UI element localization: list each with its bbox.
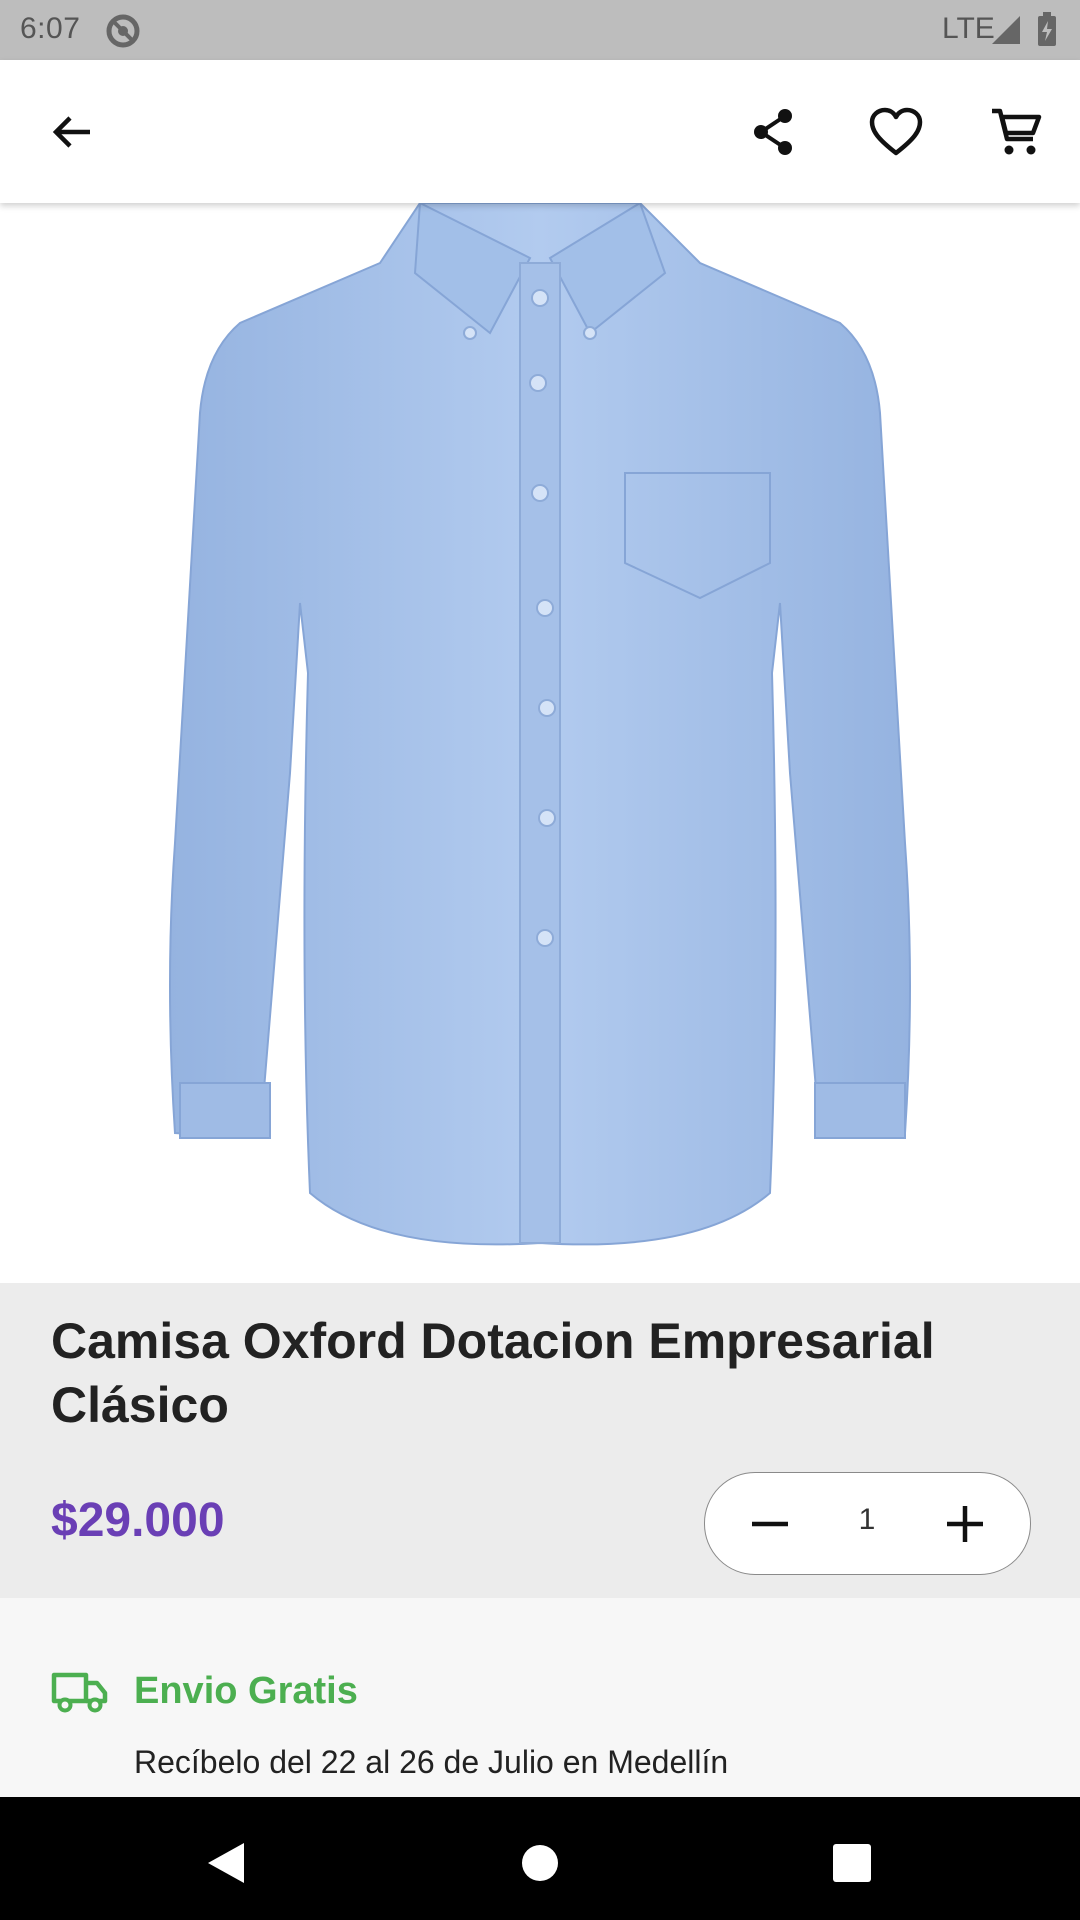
minus-icon xyxy=(752,1521,788,1526)
shirt-illustration xyxy=(169,203,911,1246)
signal-icon xyxy=(990,14,1022,51)
quantity-stepper: 1 xyxy=(704,1472,1031,1575)
share-button[interactable] xyxy=(737,96,809,168)
nav-recents-button[interactable] xyxy=(822,1833,882,1893)
decrease-quantity-button[interactable] xyxy=(720,1473,820,1574)
cart-button[interactable] xyxy=(980,96,1052,168)
product-image[interactable] xyxy=(0,203,1080,1283)
shipping-title: Envio Gratis xyxy=(134,1670,358,1712)
increase-quantity-button[interactable] xyxy=(915,1473,1015,1574)
product-info: Camisa Oxford Dotacion Empresarial Clási… xyxy=(0,1283,1080,1598)
network-type: LTE xyxy=(942,12,995,45)
nav-home-button[interactable] xyxy=(510,1833,570,1893)
square-recents-icon xyxy=(833,1844,871,1882)
arrow-back-icon xyxy=(52,116,90,148)
circle-home-icon xyxy=(522,1845,558,1881)
product-title: Camisa Oxford Dotacion Empresarial Clási… xyxy=(51,1313,935,1433)
product-price: $29.000 xyxy=(51,1494,225,1547)
heart-outline-icon xyxy=(869,107,923,156)
nav-back-button[interactable] xyxy=(196,1833,256,1893)
status-bar: 6:07 LTE xyxy=(0,0,1080,60)
delivery-estimate: Recíbelo del 22 al 26 de Julio en Medell… xyxy=(134,1744,729,1780)
triangle-back-icon xyxy=(208,1843,244,1883)
truck-icon xyxy=(51,1670,109,1719)
share-icon xyxy=(754,109,792,155)
battery-icon xyxy=(1036,12,1058,53)
status-time: 6:07 xyxy=(20,12,81,45)
app-bar xyxy=(0,60,1080,203)
cart-icon xyxy=(992,108,1042,155)
shipping-section: Envio Gratis Recíbelo del 22 al 26 de Ju… xyxy=(0,1598,1080,1798)
quantity-value: 1 xyxy=(858,1503,876,1536)
navigation-bar xyxy=(0,1797,1080,1920)
back-button[interactable] xyxy=(36,96,108,168)
data-saver-icon xyxy=(104,12,142,50)
plus-icon xyxy=(947,1505,983,1542)
favorite-button[interactable] xyxy=(860,96,932,168)
